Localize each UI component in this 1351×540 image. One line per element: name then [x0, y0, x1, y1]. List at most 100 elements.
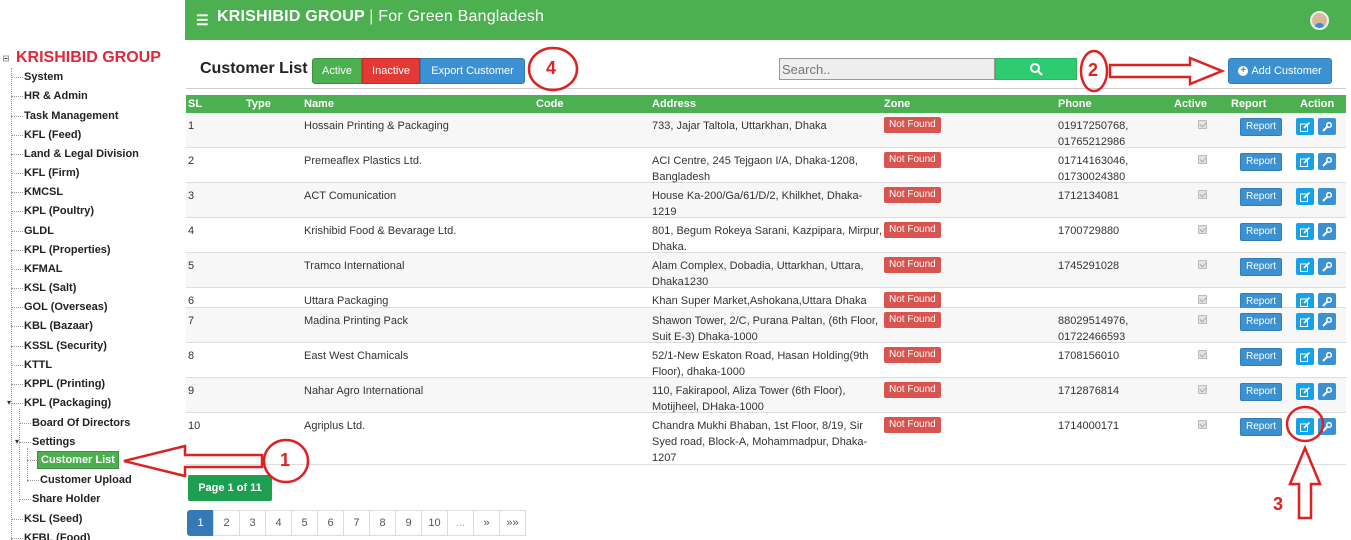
sidebar-item[interactable]: System	[24, 71, 63, 83]
report-button[interactable]: Report	[1240, 118, 1283, 136]
report-button[interactable]: Report	[1240, 188, 1283, 206]
settings-button[interactable]	[1318, 118, 1336, 135]
active-checkbox[interactable]	[1198, 420, 1207, 429]
report-button[interactable]: Report	[1240, 418, 1283, 436]
edit-button[interactable]	[1296, 418, 1314, 435]
settings-button[interactable]	[1318, 313, 1336, 330]
export-customer-button[interactable]: Export Customer	[420, 58, 525, 84]
sidebar-item[interactable]: KMCSL	[24, 186, 63, 198]
report-button[interactable]: Report	[1240, 383, 1283, 401]
edit-icon	[1300, 386, 1310, 397]
sidebar-item[interactable]: KFBL (Food)	[24, 532, 90, 540]
cell-address: 733, Jajar Taltola, Uttarkhan, Dhaka	[652, 120, 827, 132]
active-checkbox[interactable]	[1198, 190, 1207, 199]
add-customer-button[interactable]: + Add Customer	[1228, 58, 1332, 84]
sidebar-item[interactable]: HR & Admin	[24, 90, 88, 102]
active-checkbox[interactable]	[1198, 295, 1207, 304]
wrench-icon	[1322, 316, 1332, 327]
report-button[interactable]: Report	[1240, 153, 1283, 171]
sidebar-item[interactable]: KPL (Properties)	[24, 244, 111, 256]
settings-button[interactable]	[1318, 348, 1336, 365]
search-icon	[1029, 62, 1043, 76]
edit-button[interactable]	[1296, 153, 1314, 170]
pagination-item[interactable]: ...	[447, 510, 474, 536]
inactive-filter-button[interactable]: Inactive	[362, 58, 420, 84]
sidebar-item[interactable]: Land & Legal Division	[24, 148, 139, 160]
pagination-item[interactable]: 8	[369, 510, 396, 536]
sidebar-item[interactable]: GLDL	[24, 225, 54, 237]
active-filter-button[interactable]: Active	[312, 58, 362, 84]
cell-sl: 7	[188, 315, 195, 327]
table-row: 2 Premeaflex Plastics Ltd. ACI Centre, 245…	[186, 148, 1346, 183]
sidebar-item[interactable]: Customer List	[37, 451, 119, 469]
menu-icon[interactable]: ☰	[196, 12, 209, 29]
settings-button[interactable]	[1318, 223, 1336, 240]
report-button[interactable]: Report	[1240, 223, 1283, 241]
pagination-item[interactable]: 7	[343, 510, 370, 536]
edit-button[interactable]	[1296, 258, 1314, 275]
table-row: 9 Nahar Agro International 110, Fakirapool…	[186, 378, 1346, 413]
edit-button[interactable]	[1296, 223, 1314, 240]
pagination-item[interactable]: 3	[239, 510, 266, 536]
pagination-item[interactable]: 6	[317, 510, 344, 536]
sidebar-item[interactable]: Board Of Directors	[32, 417, 130, 429]
pagination-item[interactable]: 10	[421, 510, 448, 536]
sidebar-item[interactable]: KSL (Seed)	[24, 513, 82, 525]
report-button[interactable]: Report	[1240, 258, 1283, 276]
sidebar-item[interactable]: KPL (Packaging)	[24, 397, 111, 409]
sidebar-item[interactable]: KSL (Salt)	[24, 282, 76, 294]
sidebar-item[interactable]: Settings	[32, 436, 75, 448]
pagination-item[interactable]: 4	[265, 510, 292, 536]
search-button[interactable]	[995, 58, 1077, 80]
wrench-icon	[1322, 296, 1332, 307]
active-checkbox[interactable]	[1198, 350, 1207, 359]
pagination-item[interactable]: »»	[499, 510, 526, 536]
pagination-item[interactable]: »	[473, 510, 500, 536]
cell-phone: 1714000171	[1058, 420, 1120, 432]
edit-icon	[1300, 421, 1310, 432]
sidebar-item[interactable]: Share Holder	[32, 493, 100, 505]
sidebar-item[interactable]: KFL (Firm)	[24, 167, 79, 179]
active-checkbox[interactable]	[1198, 225, 1207, 234]
active-checkbox[interactable]	[1198, 120, 1207, 129]
active-checkbox[interactable]	[1198, 260, 1207, 269]
active-checkbox[interactable]	[1198, 315, 1207, 324]
settings-button[interactable]	[1318, 383, 1336, 400]
settings-button[interactable]	[1318, 418, 1336, 435]
sidebar-item[interactable]: KTTL	[24, 359, 52, 371]
sidebar-item[interactable]: Customer Upload	[40, 474, 132, 486]
active-checkbox[interactable]	[1198, 155, 1207, 164]
pagination-item[interactable]: 1	[187, 510, 214, 536]
cell-sl: 6	[188, 295, 195, 307]
settings-button[interactable]	[1318, 258, 1336, 275]
pagination-item[interactable]: 2	[213, 510, 240, 536]
sidebar-item[interactable]: KFL (Feed)	[24, 129, 81, 141]
edit-button[interactable]	[1296, 383, 1314, 400]
zone-badge: Not Found	[884, 152, 941, 168]
cell-address: Khan Super Market,Ashokana,Uttara Dhaka	[652, 295, 867, 307]
sidebar-item[interactable]: KPL (Poultry)	[24, 205, 94, 217]
table-row: 6 Uttara Packaging Khan Super Market,Ashok…	[186, 288, 1346, 311]
sidebar-item[interactable]: GOL (Overseas)	[24, 301, 108, 313]
sidebar-item[interactable]: Task Management	[24, 110, 119, 122]
user-avatar[interactable]	[1310, 11, 1329, 30]
sidebar-item[interactable]: KFMAL	[24, 263, 63, 275]
edit-button[interactable]	[1296, 118, 1314, 135]
edit-button[interactable]	[1296, 348, 1314, 365]
edit-button[interactable]	[1296, 313, 1314, 330]
cell-address: 52/1-New Eskaton Road, Hasan Holding(9th…	[652, 350, 869, 378]
report-button[interactable]: Report	[1240, 348, 1283, 366]
edit-button[interactable]	[1296, 188, 1314, 205]
report-button[interactable]: Report	[1240, 313, 1283, 331]
search-input[interactable]	[779, 58, 995, 80]
active-checkbox[interactable]	[1198, 385, 1207, 394]
cell-address: 110, Fakirapool, Aliza Tower (6th Floor)…	[652, 385, 846, 413]
pagination-item[interactable]: 9	[395, 510, 422, 536]
settings-button[interactable]	[1318, 153, 1336, 170]
tree-root-label[interactable]: KRISHIBID GROUP	[16, 49, 161, 67]
sidebar-item[interactable]: KSSL (Security)	[24, 340, 107, 352]
sidebar-item[interactable]: KPPL (Printing)	[24, 378, 105, 390]
pagination-item[interactable]: 5	[291, 510, 318, 536]
settings-button[interactable]	[1318, 188, 1336, 205]
sidebar-item[interactable]: KBL (Bazaar)	[24, 320, 93, 332]
